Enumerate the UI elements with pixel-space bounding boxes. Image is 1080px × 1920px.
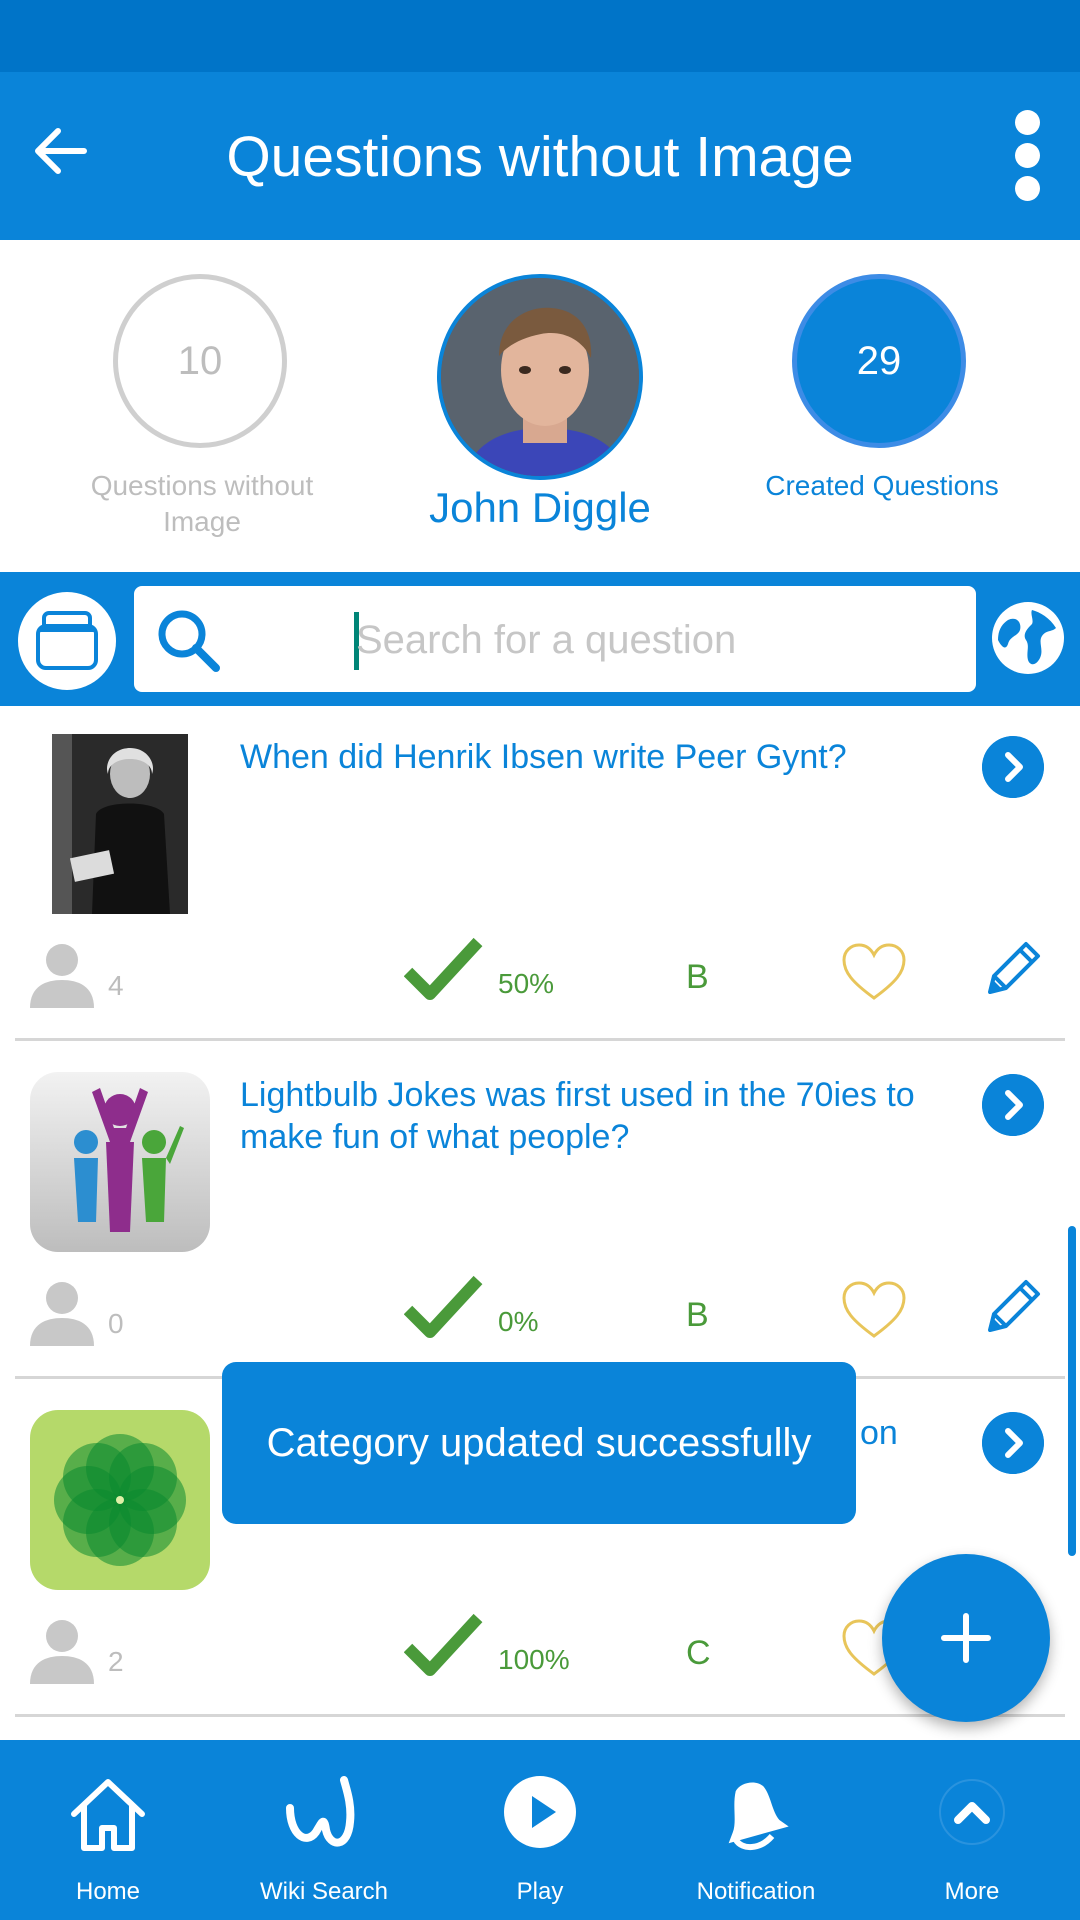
question-text[interactable]: Lightbulb Jokes was first used in the 70…: [240, 1074, 940, 1158]
correct-answer: C: [686, 1634, 711, 1672]
question-image: [52, 734, 188, 914]
status-bar: [0, 0, 1080, 72]
toast-message: Category updated successfully: [222, 1362, 856, 1524]
correct-percent: 0%: [498, 1306, 539, 1337]
search-box: [134, 586, 976, 692]
person-icon: [30, 1620, 94, 1684]
nav-label: Wiki Search: [259, 1878, 389, 1905]
heart-icon[interactable]: [840, 942, 908, 1002]
created-questions-count[interactable]: 29: [792, 274, 966, 448]
chevron-up-icon: [939, 1779, 1005, 1845]
nav-label: More: [944, 1878, 1000, 1905]
bell-icon: [728, 1782, 789, 1850]
category-button[interactable]: [18, 592, 116, 690]
more-vertical-icon[interactable]: [1008, 110, 1046, 202]
pencil-icon[interactable]: [980, 1274, 1046, 1340]
search-input[interactable]: [356, 604, 946, 676]
play-icon: [504, 1776, 576, 1848]
home-icon: [71, 1779, 145, 1851]
globe-icon[interactable]: [990, 600, 1066, 676]
question-text[interactable]: When did Henrik Ibsen write Peer Gynt?: [240, 736, 940, 778]
wiki-icon: [286, 1776, 355, 1847]
divider: [15, 1038, 1065, 1041]
add-question-button[interactable]: [882, 1554, 1050, 1722]
profile-header: 10 Questions without Image John Diggle 2…: [0, 240, 1080, 572]
search-bar: [0, 572, 1080, 706]
pencil-icon[interactable]: [980, 936, 1046, 1002]
questions-without-image-label: Questions without Image: [90, 470, 314, 537]
created-questions-label: Created Questions: [765, 470, 999, 501]
bottom-navigation: Home Wiki Search Play Notification More: [0, 1740, 1080, 1920]
nav-label: Play: [516, 1878, 564, 1905]
check-icon: [404, 1613, 483, 1676]
question-image: [30, 1410, 210, 1590]
question-stats: 0 0% B: [0, 1274, 1080, 1354]
answer-count: 0: [108, 1308, 124, 1339]
chevron-right-icon[interactable]: [982, 736, 1044, 798]
heart-icon[interactable]: [840, 1280, 908, 1340]
nav-label: Home: [75, 1878, 141, 1905]
search-icon[interactable]: [150, 602, 228, 680]
folder-icon: [36, 611, 98, 670]
chevron-right-icon[interactable]: [982, 1412, 1044, 1474]
nav-notification[interactable]: Notification: [648, 1740, 864, 1920]
arrow-left-icon[interactable]: [26, 116, 96, 186]
nav-wiki-search[interactable]: Wiki Search: [216, 1740, 432, 1920]
plus-icon: [941, 1613, 991, 1663]
list-item[interactable]: When did Henrik Ibsen write Peer Gynt? 4…: [0, 706, 1080, 1044]
nav-play[interactable]: Play: [432, 1740, 648, 1920]
check-icon: [404, 1275, 483, 1338]
divider: [15, 1714, 1065, 1717]
nav-home[interactable]: Home: [0, 1740, 216, 1920]
nav-label: Notification: [696, 1878, 816, 1905]
question-stats: 4 50% B: [0, 936, 1080, 1016]
nav-more[interactable]: More: [864, 1740, 1080, 1920]
questions-without-image-count[interactable]: 10: [113, 274, 287, 448]
correct-percent: 100%: [498, 1644, 570, 1675]
question-image: [30, 1072, 210, 1252]
answer-count: 2: [108, 1646, 124, 1677]
correct-answer: B: [686, 1296, 709, 1334]
chevron-right-icon[interactable]: [982, 1074, 1044, 1136]
question-text[interactable]: on: [860, 1412, 960, 1454]
correct-answer: B: [686, 958, 709, 996]
avatar[interactable]: [437, 274, 643, 480]
user-name: John Diggle: [429, 484, 651, 531]
scrollbar[interactable]: [1068, 1226, 1076, 1556]
person-icon: [30, 944, 94, 1008]
person-icon: [30, 1282, 94, 1346]
list-item[interactable]: Lightbulb Jokes was first used in the 70…: [0, 1044, 1080, 1382]
app-bar: Questions without Image: [0, 72, 1080, 240]
answer-count: 4: [108, 970, 124, 1001]
check-icon: [404, 937, 483, 1000]
page-title: Questions without Image: [226, 125, 854, 189]
correct-percent: 50%: [498, 968, 555, 999]
